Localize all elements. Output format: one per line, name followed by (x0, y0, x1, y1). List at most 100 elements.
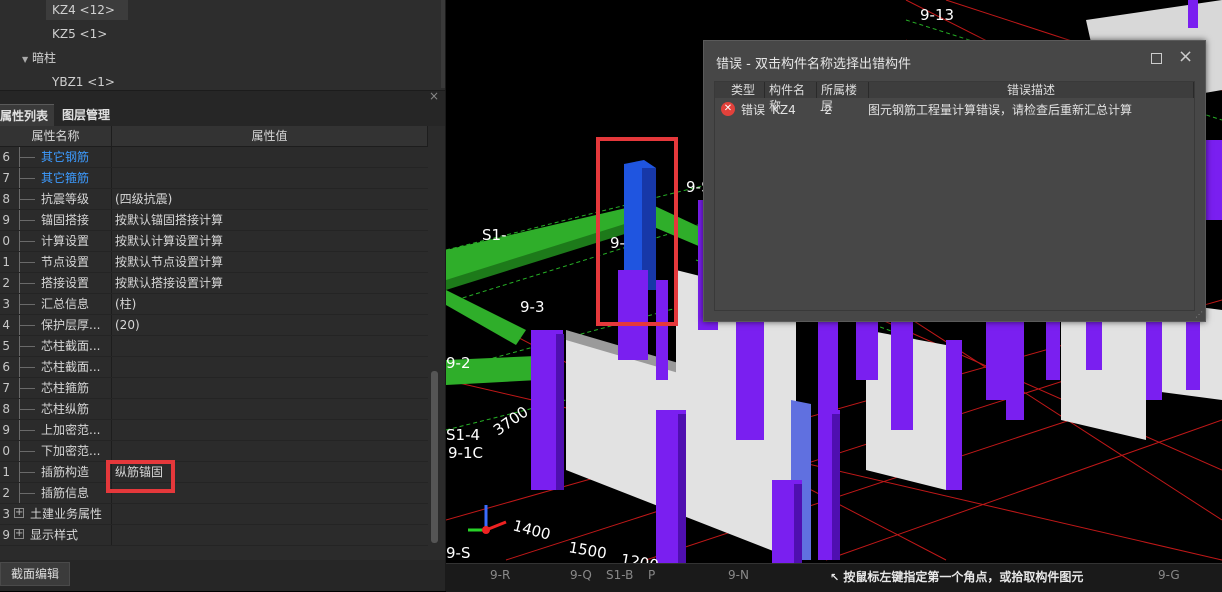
table-row[interactable]: 4 保护层厚... (20) (0, 315, 428, 336)
row-index: 1 (2, 255, 10, 269)
expand-plus-icon[interactable]: + (14, 508, 24, 518)
close-icon[interactable]: × (1178, 47, 1193, 67)
error-dialog: 错误 - 双击构件名称选择出错构件 × 类型 构件名称 所属楼层 错误描述 ✕ … (703, 40, 1206, 322)
table-row[interactable]: 8 芯柱纵筋 (0, 399, 428, 420)
property-name: 下加密范... (41, 444, 101, 458)
property-name: 节点设置 (41, 255, 90, 269)
property-value[interactable]: (20) (115, 315, 140, 335)
property-value[interactable]: 按默认搭接设置计算 (115, 273, 223, 293)
close-icon[interactable]: × (429, 89, 439, 103)
table-row[interactable]: 5 芯柱截面... (0, 336, 428, 357)
row-index: 3 (2, 507, 10, 521)
table-row[interactable]: 2 插筋信息 (0, 483, 428, 504)
property-value[interactable]: (柱) (115, 294, 136, 314)
column-divider (111, 399, 112, 419)
tree-item-ybz1[interactable]: YBZ1 <1> (52, 72, 115, 92)
column-divider (111, 210, 112, 230)
expand-plus-icon[interactable]: + (14, 529, 24, 539)
tree-group-hidden-column[interactable]: ▼ 暗柱 (22, 48, 56, 68)
property-value[interactable]: 按默认锚固搭接计算 (115, 210, 223, 230)
status-bar: 9-R 9-Q S1-B P 9-N ↖ 按鼠标左键指定第一个角点，或拾取构件图… (446, 563, 1222, 592)
column-divider (111, 252, 112, 272)
row-index: 5 (2, 339, 10, 353)
row-index: 2 (2, 486, 10, 500)
error-description[interactable]: 图元钢筋工程量计算错误，请检查后重新汇总计算 (868, 101, 1132, 119)
tree-line (14, 231, 36, 251)
property-name: 插筋信息 (41, 486, 90, 500)
tree-group-label: 暗柱 (31, 51, 56, 65)
tree-scrollbar[interactable] (441, 0, 445, 88)
expand-down-icon[interactable]: ▼ (22, 55, 28, 64)
table-row[interactable]: 7 其它箍筋 (0, 168, 428, 189)
row-index: 7 (2, 171, 10, 185)
row-index: 9 (2, 528, 10, 542)
highlight-box (106, 460, 175, 493)
property-value[interactable]: 按默认节点设置计算 (115, 252, 223, 272)
table-row[interactable]: 3 + 土建业务属性 (0, 504, 428, 525)
property-value[interactable]: 按默认计算设置计算 (115, 231, 223, 251)
grid-scrollbar[interactable] (428, 126, 442, 546)
tree-line (14, 294, 36, 314)
tree-line (14, 189, 36, 209)
property-name: 芯柱箍筋 (41, 381, 90, 395)
error-icon: ✕ (721, 102, 735, 116)
tree-item-kz4[interactable]: KZ4 <12> (46, 0, 128, 20)
table-row[interactable]: 0 下加密范... (0, 441, 428, 462)
table-row[interactable]: 0 计算设置 按默认计算设置计算 (0, 231, 428, 252)
table-row[interactable]: 2 搭接设置 按默认搭接设置计算 (0, 273, 428, 294)
column-divider (111, 168, 112, 188)
axis-label-9q: 9-Q (570, 568, 592, 582)
table-row[interactable]: 1 节点设置 按默认节点设置计算 (0, 252, 428, 273)
tree-line (14, 420, 36, 440)
tree-line (14, 273, 36, 293)
tab-layers[interactable]: 图层管理 (56, 104, 116, 126)
error-type[interactable]: 错误 (741, 101, 765, 119)
property-name: 其它箍筋 (41, 171, 90, 185)
row-index: 8 (2, 192, 10, 206)
property-name: 芯柱截面... (41, 339, 101, 353)
resize-grip-icon[interactable]: ⋰ (1195, 310, 1203, 319)
table-row[interactable]: 3 汇总信息 (柱) (0, 294, 428, 315)
table-row[interactable]: 6 其它钢筋 (0, 147, 428, 168)
property-name: 上加密范... (41, 423, 101, 437)
maximize-icon[interactable] (1151, 53, 1162, 64)
scrollbar-thumb[interactable] (431, 371, 438, 543)
col-floor[interactable]: 所属楼层 (817, 82, 869, 113)
column-divider (111, 315, 112, 335)
table-row[interactable]: 7 芯柱箍筋 (0, 378, 428, 399)
beam (446, 290, 526, 345)
row-index: 6 (2, 150, 10, 164)
label-s1-4: S1-4 (446, 426, 480, 444)
row-index: 0 (2, 234, 10, 248)
tree-line (14, 441, 36, 461)
table-row[interactable]: 9 上加密范... (0, 420, 428, 441)
left-panel: KZ4 <12> KZ5 <1> ▼ 暗柱 YBZ1 <1> × 属性列表 图层… (0, 0, 446, 591)
property-name: 搭接设置 (41, 276, 90, 290)
grid-header-name[interactable]: 属性名称 (0, 126, 112, 147)
error-floor[interactable]: -2 (820, 101, 832, 119)
table-row[interactable]: 1 插筋构造 纵筋锚固 (0, 462, 428, 483)
property-name: 芯柱纵筋 (41, 402, 90, 416)
table-row[interactable]: 6 芯柱截面... (0, 357, 428, 378)
tree-item-kz5[interactable]: KZ5 <1> (52, 24, 107, 44)
error-component-name[interactable]: KZ4 (772, 101, 796, 119)
col-name[interactable]: 构件名称 (765, 82, 817, 113)
section-edit-button[interactable]: 截面编辑 (0, 562, 71, 586)
col-type[interactable]: 类型 (715, 82, 765, 98)
error-table: 类型 构件名称 所属楼层 错误描述 ✕ 错误 KZ4 -2 图元钢筋工程量计算错… (714, 81, 1195, 311)
label-1400: 1400 (511, 516, 553, 543)
tree-line (14, 378, 36, 398)
table-row[interactable]: 9 + 显示样式 (0, 525, 428, 546)
tree-line (14, 315, 36, 335)
table-row[interactable]: 9 锚固搭接 按默认锚固搭接计算 (0, 210, 428, 231)
tab-properties[interactable]: 属性列表 (0, 104, 55, 127)
label-9-13: 9-13 (920, 6, 954, 24)
property-name: 汇总信息 (41, 297, 90, 311)
grid-header-value[interactable]: 属性值 (112, 126, 428, 147)
column-divider (111, 273, 112, 293)
axis-label-s1b: S1-B (606, 568, 634, 582)
col-desc[interactable]: 错误描述 (869, 82, 1194, 98)
panel-splitter[interactable]: × (0, 89, 445, 105)
property-value[interactable]: (四级抗震) (115, 189, 172, 209)
table-row[interactable]: 8 抗震等级 (四级抗震) (0, 189, 428, 210)
